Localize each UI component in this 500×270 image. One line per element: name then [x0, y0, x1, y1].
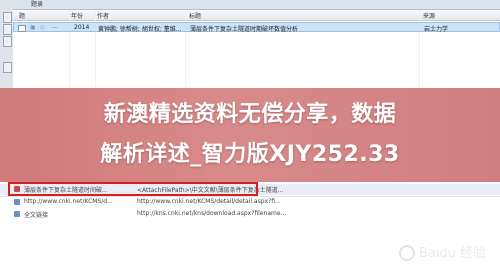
row-source: 岩土力学	[424, 26, 449, 33]
row-checkbox[interactable]	[18, 25, 26, 32]
panel-title: 题录	[13, 0, 500, 10]
paw-icon	[398, 245, 415, 261]
list-header: 题 年份 作者 标题 来源	[13, 10, 500, 21]
highlight-box	[8, 182, 258, 196]
overlay-headline-line2: 解析详述_智力版XJY252.33	[100, 142, 400, 167]
row-authors: 黄钟鹏; 徐帮树; 胡世权; 董维...	[98, 26, 182, 33]
col-header-title[interactable]: 标题	[189, 11, 201, 20]
link-icon	[14, 199, 20, 205]
dock-button-2[interactable]	[3, 24, 12, 35]
attachment-path: http://kns.cnki.net/kns/download.aspx?fi…	[137, 210, 287, 217]
flag-icon: —	[52, 24, 58, 31]
overlay-headline-line1: 新澳精选资料无偿分享，数据	[103, 102, 397, 127]
app-window: 题录 题 年份 作者 标题 来源 ▣ ◇ — 2014 黄钟鹏; 徐帮树; 胡世…	[0, 0, 500, 270]
dock-button-4[interactable]	[3, 62, 12, 73]
note-icon: ◇	[40, 24, 45, 31]
row-year: 2014	[74, 24, 90, 31]
attachment-row-2[interactable]: http://www.cnki.net/KCMS/d... http://www…	[0, 197, 500, 208]
link-icon	[14, 211, 20, 217]
attachment-row-3[interactable]: 全文链接 http://kns.cnki.net/kns/download.as…	[0, 209, 500, 220]
reference-row[interactable]: ▣ ◇ — 2014 黄钟鹏; 徐帮树; 胡世权; 董维... 薄层条件下复杂土…	[13, 22, 500, 33]
attachment-path: http://www.cnki.net/KCMS/detail/detail.a…	[137, 198, 281, 205]
col-header-source[interactable]: 来源	[423, 11, 435, 20]
col-header-year[interactable]: 年份	[71, 11, 83, 20]
watermark-text: Baidu 经验	[418, 245, 486, 261]
attachment-name: http://www.cnki.net/KCMS/d...	[24, 198, 113, 205]
attachment-name: 全文链接	[24, 212, 49, 219]
col-header-1[interactable]: 题	[19, 11, 25, 20]
attachment-icon: ▣	[30, 24, 36, 31]
col-header-author[interactable]: 作者	[97, 11, 109, 20]
watermark: Baidu 经验	[398, 242, 486, 261]
reference-list-panel: 题录 题 年份 作者 标题 来源 ▣ ◇ — 2014 黄钟鹏; 徐帮树; 胡世…	[13, 0, 500, 96]
row-title: 薄层条件下复杂土隧道时期破坏数值分析	[190, 26, 299, 33]
dock-button-3[interactable]	[3, 36, 12, 47]
dock-button-1[interactable]	[3, 12, 12, 23]
